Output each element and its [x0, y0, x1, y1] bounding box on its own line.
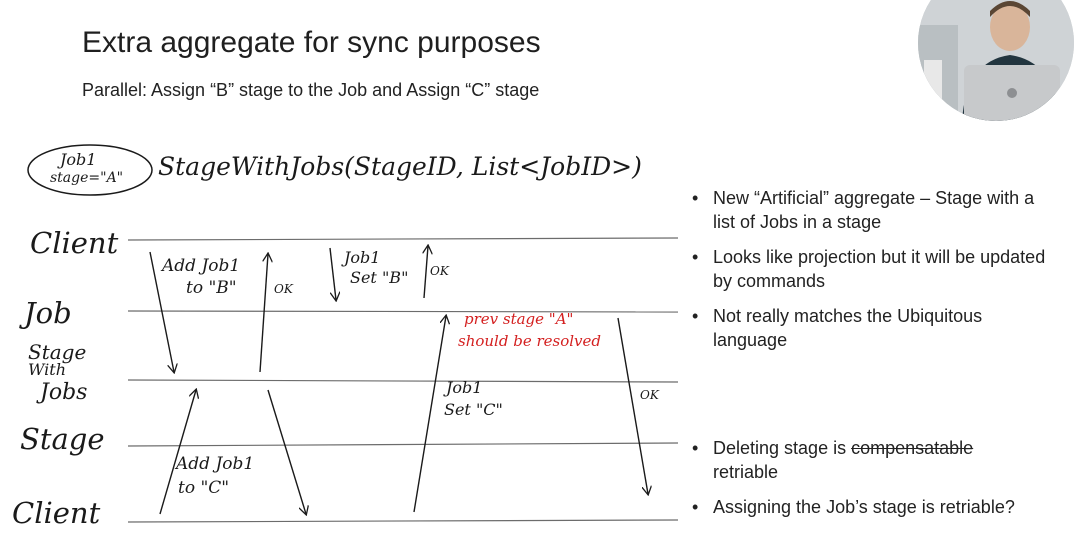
- bullet-item: • New “Artificial” aggregate – Stage wit…: [692, 186, 1053, 234]
- msg-set-b-1: Job1: [344, 248, 381, 267]
- lane-line-client-top: [127, 237, 679, 241]
- msg-add-job-b-2: to "B": [186, 278, 237, 298]
- bullet-dot: •: [692, 306, 699, 326]
- lane-line-client-bottom: [127, 519, 679, 523]
- bullet-item: • Deleting stage is compensatable retria…: [692, 436, 1053, 484]
- msg-set-c-2: Set "C": [444, 400, 503, 419]
- annotation-prev-stage-2: should be resolved: [458, 332, 601, 350]
- bullet-dot: •: [692, 438, 699, 458]
- bullet-text: Looks like projection but it will be upd…: [713, 247, 1046, 291]
- lane-label-stage: Stage: [20, 422, 105, 456]
- arrow-set-c: [413, 316, 446, 513]
- msg-ok-3: OK: [640, 388, 659, 402]
- lane-line-stage-with-jobs: [127, 379, 679, 383]
- bullet-list-bottom: • Deleting stage is compensatable retria…: [692, 436, 1053, 530]
- lane-label-stage-with-jobs-3: Jobs: [40, 380, 88, 405]
- arrow-ok-3: [617, 317, 648, 494]
- bullet-text: Assigning the Job’s stage is retriable?: [713, 497, 1015, 517]
- bullet-dot: •: [692, 247, 699, 267]
- lane-line-job: [127, 310, 679, 313]
- arrow-set-b: [329, 247, 336, 300]
- bullet-text-suffix: retriable: [713, 462, 779, 482]
- lane-label-stage-with-jobs-2: With: [28, 360, 67, 379]
- msg-add-job-b-1: Add Job1: [162, 256, 241, 276]
- bullet-item: • Looks like projection but it will be u…: [692, 245, 1053, 293]
- msg-ok-2: OK: [430, 264, 449, 278]
- arrow-ok-client: [267, 389, 306, 514]
- bullet-dot: •: [692, 497, 699, 517]
- bullet-item: • Assigning the Job’s stage is retriable…: [692, 495, 1053, 519]
- msg-add-job-c-2: to "C": [178, 478, 230, 498]
- job-state-value: stage="A": [50, 170, 124, 186]
- arrow-ok-2: [424, 246, 428, 299]
- msg-ok-1: OK: [274, 282, 293, 296]
- lane-label-job: Job: [24, 296, 72, 330]
- bullet-text-prefix: Deleting stage is: [713, 438, 852, 458]
- lane-label-client-top: Client: [30, 226, 119, 260]
- job-state-name: Job1: [60, 150, 97, 169]
- bullet-item: • Not really matches the Ubiquitous lang…: [692, 304, 1053, 352]
- lane-label-client-bottom: Client: [12, 496, 101, 530]
- bullet-text: Not really matches the Ubiquitous langua…: [713, 306, 983, 350]
- bullet-dot: •: [692, 188, 699, 208]
- bullet-list-top: • New “Artificial” aggregate – Stage wit…: [692, 186, 1053, 363]
- bullet-text: New “Artificial” aggregate – Stage with …: [713, 188, 1035, 232]
- lane-line-stage: [127, 442, 679, 447]
- msg-set-b-2: Set "B": [350, 268, 409, 287]
- annotation-prev-stage-1: prev stage "A": [464, 310, 574, 328]
- msg-set-c-1: Job1: [446, 378, 483, 397]
- arrow-ok-1: [259, 254, 268, 373]
- bullet-text-struck: compensatable: [851, 438, 974, 458]
- msg-add-job-c-1: Add Job1: [176, 454, 255, 474]
- aggregate-signature: StageWithJobs(StageID, List<JobID>): [158, 152, 642, 181]
